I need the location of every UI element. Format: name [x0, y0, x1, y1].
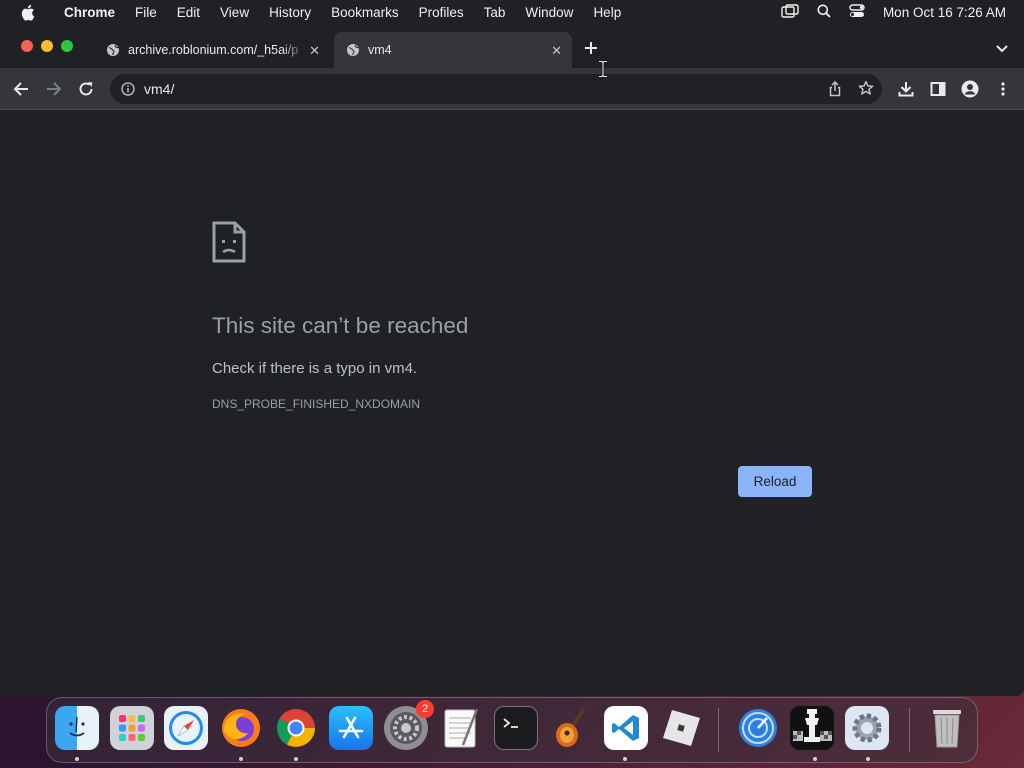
dock-running-indicator: [75, 757, 79, 761]
menu-app-name[interactable]: Chrome: [54, 5, 125, 20]
menu-window[interactable]: Window: [515, 5, 583, 20]
dock-network-utility-icon[interactable]: [736, 706, 780, 750]
tab-vm4[interactable]: vm4 ✕: [334, 32, 572, 68]
tab-archive[interactable]: archive.roblonium.com/_h5ai/p ✕: [94, 32, 330, 68]
dock-safari-icon[interactable]: [164, 706, 208, 750]
dock-running-indicator: [239, 757, 243, 761]
side-panel-icon[interactable]: [928, 79, 948, 99]
dock: 2: [46, 697, 978, 763]
dock-running-indicator: [623, 757, 627, 761]
dock-textedit-icon[interactable]: [439, 706, 483, 750]
error-message: Check if there is a typo in vm4.: [212, 360, 418, 377]
menu-view[interactable]: View: [210, 5, 259, 20]
reload-button[interactable]: Reload: [738, 466, 812, 497]
globe-icon: [106, 43, 120, 57]
back-arrow-icon[interactable]: [11, 79, 31, 99]
dock-running-indicator: [866, 757, 870, 761]
minimize-window-button[interactable]: [41, 40, 53, 52]
dock-terminal-icon[interactable]: [494, 706, 538, 750]
dock-separator: [718, 708, 719, 752]
dock-chrome-icon[interactable]: [274, 706, 318, 750]
globe-icon: [346, 43, 360, 57]
download-icon[interactable]: [896, 79, 916, 99]
kebab-menu-icon[interactable]: [993, 79, 1013, 99]
reload-icon[interactable]: [76, 79, 96, 99]
menu-profiles[interactable]: Profiles: [409, 5, 474, 20]
screen-mirroring-icon[interactable]: [781, 3, 799, 21]
address-bar[interactable]: vm4/: [110, 74, 882, 104]
browser-window: archive.roblonium.com/_h5ai/p ✕ vm4 ✕ vm…: [0, 24, 1024, 696]
dock-garageband-icon[interactable]: [549, 706, 593, 750]
profile-avatar-icon[interactable]: [960, 79, 980, 99]
dock-settings-gear-icon[interactable]: [845, 706, 889, 750]
menu-bookmarks[interactable]: Bookmarks: [321, 5, 409, 20]
notification-badge: 2: [416, 700, 434, 718]
text-cursor-icon: [598, 60, 608, 83]
site-info-icon[interactable]: [120, 81, 136, 97]
dock-separator: [909, 708, 910, 752]
close-tab-icon[interactable]: ✕: [309, 43, 320, 59]
dock-running-indicator: [294, 757, 298, 761]
tab-title: archive.roblonium.com/_h5ai/p: [128, 43, 299, 57]
dock-system-preferences-icon[interactable]: 2: [384, 700, 434, 750]
menu-file[interactable]: File: [125, 5, 167, 20]
forward-arrow-icon[interactable]: [44, 79, 64, 99]
error-code: DNS_PROBE_FINISHED_NXDOMAIN: [212, 397, 421, 411]
dock-finder-icon[interactable]: [55, 706, 99, 750]
tab-strip: archive.roblonium.com/_h5ai/p ✕ vm4 ✕: [0, 24, 1024, 68]
window-controls: [21, 40, 73, 52]
menu-tab[interactable]: Tab: [474, 5, 516, 20]
dock-roblox-icon[interactable]: [659, 706, 703, 750]
sad-document-icon: [212, 221, 246, 268]
error-page: This site can’t be reached Check if ther…: [0, 110, 1024, 696]
dock-chess-icon[interactable]: [790, 706, 834, 750]
dock-trash-icon[interactable]: [925, 706, 969, 750]
control-center-icon[interactable]: [849, 3, 865, 21]
error-title: This site can’t be reached: [212, 313, 469, 338]
menubar-clock[interactable]: Mon Oct 16 7:26 AM: [883, 5, 1006, 20]
bookmark-star-icon[interactable]: [858, 80, 874, 101]
dock-firefox-icon[interactable]: [219, 706, 263, 750]
menu-history[interactable]: History: [259, 5, 321, 20]
close-window-button[interactable]: [21, 40, 33, 52]
dock-vscode-icon[interactable]: [604, 706, 648, 750]
address-bar-url[interactable]: vm4/: [144, 81, 174, 97]
share-icon[interactable]: [828, 80, 842, 102]
dock-app-store-icon[interactable]: [329, 706, 373, 750]
tab-title: vm4: [368, 43, 392, 57]
tab-search-chevron-down-icon[interactable]: [996, 40, 1008, 58]
new-tab-plus-icon[interactable]: [584, 38, 598, 61]
menubar: Chrome File Edit View History Bookmarks …: [0, 0, 1024, 24]
dock-running-indicator: [813, 757, 817, 761]
menu-edit[interactable]: Edit: [167, 5, 210, 20]
apple-menu-icon[interactable]: [0, 4, 54, 21]
dock-launchpad-icon[interactable]: [110, 706, 154, 750]
menu-help[interactable]: Help: [583, 5, 631, 20]
zoom-window-button[interactable]: [61, 40, 73, 52]
toolbar: vm4/: [0, 68, 1024, 110]
close-tab-icon[interactable]: ✕: [551, 43, 562, 59]
spotlight-search-icon[interactable]: [817, 4, 831, 21]
